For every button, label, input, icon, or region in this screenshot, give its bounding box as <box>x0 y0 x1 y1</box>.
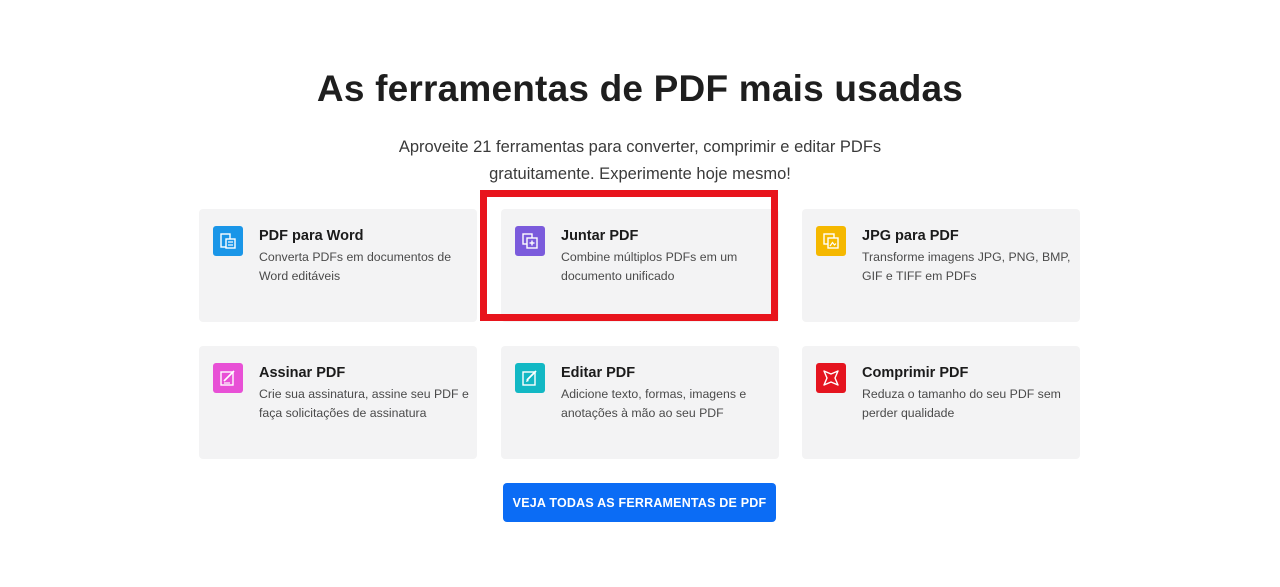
edit-pencil-icon <box>515 363 545 393</box>
tool-description: Reduza o tamanho do seu PDF sem perder q… <box>862 387 1061 420</box>
tool-title: Editar PDF <box>561 365 636 381</box>
tool-title: JPG para PDF <box>862 228 959 244</box>
tool-card-jpg-para-pdf[interactable]: JPG para PDF Transforme imagens JPG, PNG… <box>802 209 1080 322</box>
image-convert-icon <box>816 226 846 256</box>
tool-title: Comprimir PDF <box>862 365 969 381</box>
word-document-icon <box>213 226 243 256</box>
tool-card-juntar-pdf[interactable]: Juntar PDF Combine múltiplos PDFs em um … <box>501 209 779 322</box>
see-all-tools-button[interactable]: VEJA TODAS AS FERRAMENTAS DE PDF <box>503 483 776 522</box>
tool-title: PDF para Word <box>259 228 364 244</box>
tool-card-pdf-para-word[interactable]: PDF para Word Converta PDFs em documento… <box>199 209 477 322</box>
compress-icon <box>816 363 846 393</box>
tool-description: Transforme imagens JPG, PNG, BMP, GIF e … <box>862 250 1071 283</box>
page-subtitle: Aproveite 21 ferramentas para converter,… <box>398 138 882 183</box>
merge-pages-icon <box>515 226 545 256</box>
tool-card-assinar-pdf[interactable]: Assinar PDF Crie sua assinatura, assine … <box>199 346 477 459</box>
page-title: As ferramentas de PDF mais usadas <box>316 68 964 109</box>
tool-title: Assinar PDF <box>259 365 346 381</box>
tool-description: Combine múltiplos PDFs em um documento u… <box>561 250 738 283</box>
tool-description: Adicione texto, formas, imagens e anotaç… <box>561 387 747 420</box>
tool-description: Crie sua assinatura, assine seu PDF e fa… <box>259 387 469 420</box>
tool-card-editar-pdf[interactable]: Editar PDF Adicione texto, formas, image… <box>501 346 779 459</box>
tool-description: Converta PDFs em documentos de Word edit… <box>259 250 452 283</box>
tool-card-comprimir-pdf[interactable]: Comprimir PDF Reduza o tamanho do seu PD… <box>802 346 1080 459</box>
tools-section: As ferramentas de PDF mais usadas Aprove… <box>0 0 1280 587</box>
tool-title: Juntar PDF <box>561 228 639 244</box>
signature-icon <box>213 363 243 393</box>
